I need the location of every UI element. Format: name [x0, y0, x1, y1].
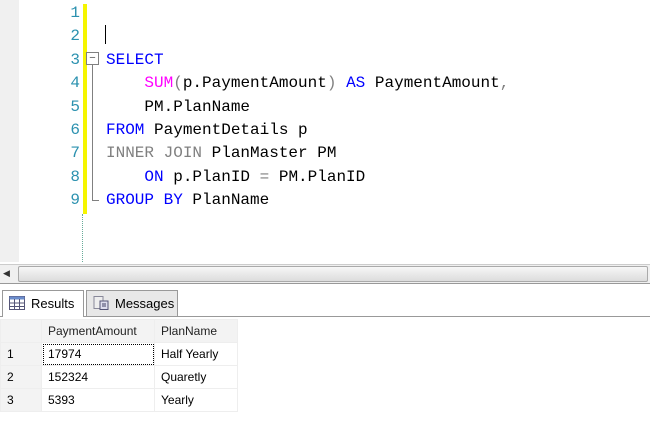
line-number: 5 — [70, 97, 80, 116]
code-token: p.PlanID — [163, 167, 260, 186]
tab-messages-label: Messages — [115, 296, 175, 311]
code-line[interactable]: SUM(p.PaymentAmount) AS PaymentAmount, — [106, 74, 509, 92]
tab-results[interactable]: Results — [2, 290, 84, 317]
table-row[interactable]: 2 152324 Quaretly — [0, 365, 238, 389]
scroll-left-icon[interactable]: ◀ — [3, 268, 10, 279]
line-number: 8 — [70, 167, 80, 186]
row-number[interactable]: 3 — [0, 388, 42, 412]
table-cell[interactable]: 152324 — [41, 365, 155, 389]
code-token: FROM — [106, 121, 145, 139]
line-number: 2 — [70, 27, 80, 46]
code-token: INNER JOIN — [106, 144, 203, 163]
collapse-region-icon[interactable]: − — [86, 52, 99, 65]
code-line[interactable]: ON p.PlanID = PM.PlanID — [106, 168, 365, 186]
results-tabs: Results Messages — [0, 288, 650, 317]
code-token: PaymentAmount — [365, 74, 500, 93]
table-cell[interactable]: Quaretly — [154, 365, 238, 389]
horizontal-scrollbar[interactable]: ◀ — [0, 264, 650, 284]
code-token: , — [499, 74, 510, 93]
code-token: GROUP BY — [106, 191, 183, 210]
text-caret — [105, 25, 106, 44]
line-number: 9 — [70, 191, 80, 210]
code-token: = — [259, 167, 270, 186]
column-header[interactable]: PlanName — [154, 319, 238, 343]
grid-icon — [9, 296, 25, 310]
gutter-separator — [82, 214, 83, 262]
table-cell[interactable]: 17974 — [41, 342, 155, 366]
row-header-corner — [0, 319, 42, 343]
line-number: 1 — [70, 4, 80, 22]
table-row[interactable]: 3 5393 Yearly — [0, 388, 238, 412]
row-number[interactable]: 1 — [0, 342, 42, 366]
tab-messages[interactable]: Messages — [86, 290, 178, 316]
scrollbar-thumb[interactable] — [18, 266, 648, 282]
code-token: PM.PlanID — [269, 167, 366, 186]
code-token: SELECT — [106, 50, 164, 69]
code-token: PM.PlanName — [106, 97, 251, 116]
code-token: PlanMaster PM — [202, 144, 337, 163]
table-row[interactable]: 1 17974 Half Yearly — [0, 342, 238, 366]
results-grid: PaymentAmount PlanName 1 17974 Half Yearly… — [0, 319, 238, 412]
code-line[interactable]: GROUP BY PlanName — [106, 191, 269, 209]
code-token: p.PaymentAmount — [182, 74, 327, 93]
line-number: 3 — [70, 50, 80, 69]
code-token: PaymentDetails p — [144, 121, 308, 139]
table-cell[interactable]: 5393 — [41, 388, 155, 412]
changed-lines-marker — [83, 4, 87, 214]
code-token: AS — [346, 74, 366, 93]
code-line[interactable]: FROM PaymentDetails p — [106, 121, 308, 139]
code-token: ( — [173, 74, 183, 93]
table-cell[interactable]: Half Yearly — [154, 342, 238, 366]
line-number: 4 — [70, 74, 80, 93]
table-cell[interactable]: Yearly — [154, 388, 238, 412]
code-line[interactable]: SELECT — [106, 51, 164, 69]
column-header[interactable]: PaymentAmount — [41, 319, 155, 343]
code-token: PlanName — [182, 191, 270, 210]
code-line[interactable]: PM.PlanName — [106, 98, 250, 116]
code-token: SUM — [144, 74, 174, 93]
row-number[interactable]: 2 — [0, 365, 42, 389]
line-number: 7 — [70, 144, 80, 163]
tab-results-label: Results — [31, 296, 75, 311]
code-token: ON — [144, 167, 164, 186]
editor-gutter — [0, 0, 19, 262]
sql-editor[interactable]: − 1 2 3 4 5 6 7 8 9 SELECT SUM(p.PaymentAmount) … — [0, 0, 650, 262]
line-number: 6 — [70, 121, 80, 139]
messages-icon — [93, 296, 109, 310]
fold-region-line — [92, 65, 99, 201]
code-line[interactable]: INNER JOIN PlanMaster PM — [106, 144, 336, 162]
